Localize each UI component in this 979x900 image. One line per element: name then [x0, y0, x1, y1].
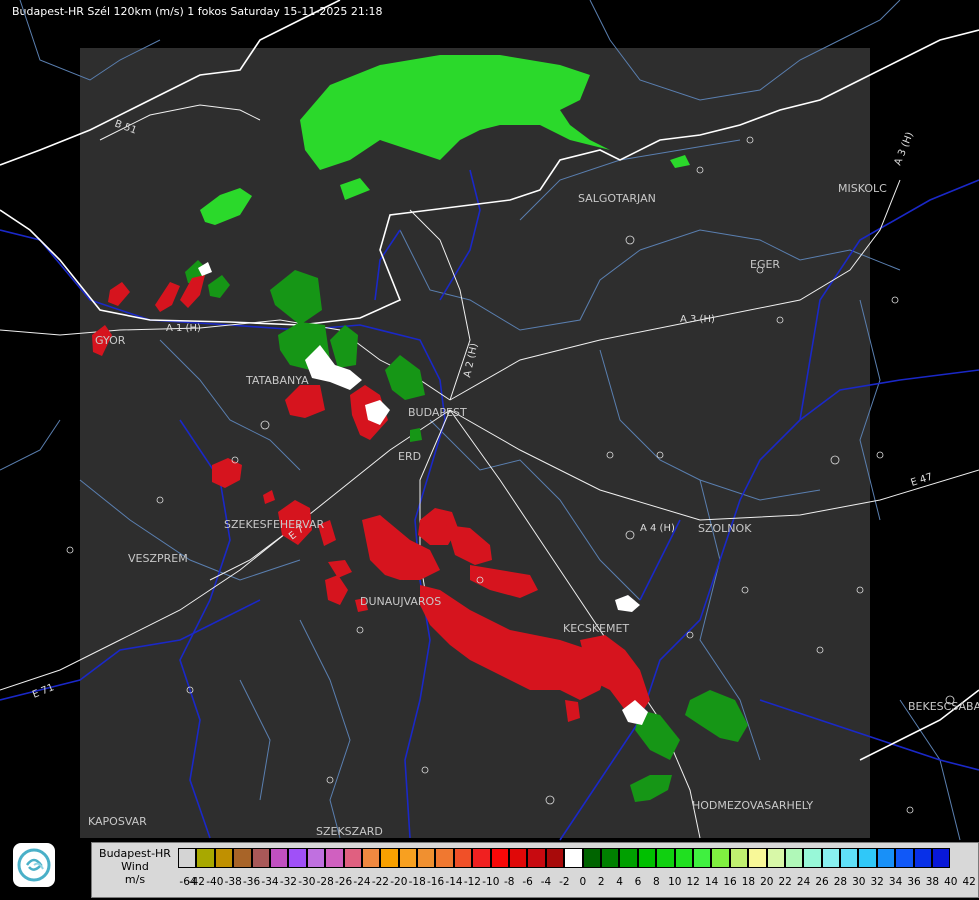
- road-label-a3-east: A 3 (H): [680, 314, 715, 325]
- legend-title-radar: Budapest-HR: [99, 847, 171, 860]
- city-label-miskolc: MISKOLC: [838, 182, 887, 195]
- legend-swatch: [453, 848, 473, 868]
- legend-swatch: [417, 848, 436, 868]
- road-label-a1: A 1 (H): [166, 323, 201, 334]
- legend-swatch: [656, 848, 675, 868]
- road-label-a4: A 4 (H): [640, 523, 675, 534]
- legend-swatch: [545, 848, 565, 868]
- legend-swatch: [858, 848, 877, 868]
- city-label-veszprem: VESZPREM: [128, 552, 188, 565]
- city-label-dunaujvaros: DUNAUJVAROS: [360, 595, 441, 608]
- legend-swatch: [803, 848, 822, 868]
- legend-swatch: [306, 848, 326, 868]
- city-label-szekesfehervar: SZEKESFEHERVAR: [224, 518, 325, 531]
- city-label-szolnok: SZOLNOK: [698, 522, 752, 535]
- legend-swatch: [895, 848, 914, 868]
- legend-swatch: [821, 848, 841, 868]
- legend-swatch: [600, 848, 620, 868]
- legend-swatch: [876, 848, 896, 868]
- road-label-e71: E 71: [31, 682, 56, 701]
- city-label-eger: EGER: [750, 258, 780, 271]
- radar-map[interactable]: SALGOTARJAN MISKOLC EGER TATABANYA BUDAP…: [0, 0, 979, 900]
- city-label-kecskemet: KECSKEMET: [563, 622, 629, 635]
- legend-swatch: [564, 848, 583, 868]
- legend-title: Budapest-HR Wind m/s: [92, 847, 178, 886]
- legend-swatch: [251, 848, 270, 868]
- legend-swatch: [582, 848, 601, 868]
- legend-tick-label: 42: [962, 876, 976, 888]
- omsz-logo-icon: [13, 843, 55, 887]
- city-label-bekescsaba: BEKESCSABA: [908, 700, 979, 713]
- legend-swatch: [361, 848, 381, 868]
- legend-title-product: Wind: [121, 860, 149, 873]
- legend-swatch: [932, 848, 951, 868]
- legend-swatch: [637, 848, 657, 868]
- legend-swatch: [196, 848, 215, 868]
- legend-swatch: [380, 848, 399, 868]
- legend-swatch: [527, 848, 546, 868]
- radar-coverage-area: [80, 48, 870, 838]
- legend-tick-labels: -64 -42 -40 -38 -36 -34 -32 -30 -28 -26 -24 -22 -20-…: [178, 876, 978, 890]
- legend-swatch: [784, 848, 804, 868]
- city-label-gyor: GYOR: [95, 334, 126, 347]
- legend-swatch: [766, 848, 785, 868]
- legend-swatch: [178, 848, 197, 868]
- city-label-hodmezovasarhely: HODMEZOVASARHELY: [692, 799, 813, 812]
- legend-swatch: [472, 848, 491, 868]
- velocity-legend: Budapest-HR Wind m/s -64 -42 -40 -38 -36 -34-…: [91, 842, 979, 898]
- legend-swatch: [729, 848, 749, 868]
- city-label-erd: ERD: [398, 450, 421, 463]
- legend-swatch: [233, 848, 252, 868]
- legend-title-unit: m/s: [124, 873, 146, 886]
- road-label-e47: E 47: [910, 472, 935, 489]
- legend-swatch: [343, 848, 362, 868]
- legend-color-scale: [178, 848, 951, 870]
- city-label-salgotarjan: SALGOTARJAN: [578, 192, 656, 205]
- legend-swatch: [269, 848, 289, 868]
- city-label-szekszard: SZEKSZARD: [316, 825, 383, 838]
- legend-swatch: [288, 848, 307, 868]
- legend-swatch: [913, 848, 933, 868]
- legend-swatch: [748, 848, 767, 868]
- city-label-budapest: BUDAPEST: [408, 406, 467, 419]
- legend-swatch: [619, 848, 638, 868]
- legend-swatch: [325, 848, 344, 868]
- legend-swatch: [435, 848, 454, 868]
- legend-swatch: [840, 848, 859, 868]
- city-label-tatabanya: TATABANYA: [245, 374, 309, 387]
- legend-swatch: [398, 848, 418, 868]
- legend-swatch: [214, 848, 234, 868]
- legend-swatch: [674, 848, 693, 868]
- legend-swatch: [490, 848, 510, 868]
- city-label-kaposvar: KAPOSVAR: [88, 815, 147, 828]
- legend-swatch: [711, 848, 730, 868]
- road-label-a3-north: A 3 (H): [893, 131, 916, 168]
- legend-swatch: [692, 848, 712, 868]
- legend-swatch: [509, 848, 528, 868]
